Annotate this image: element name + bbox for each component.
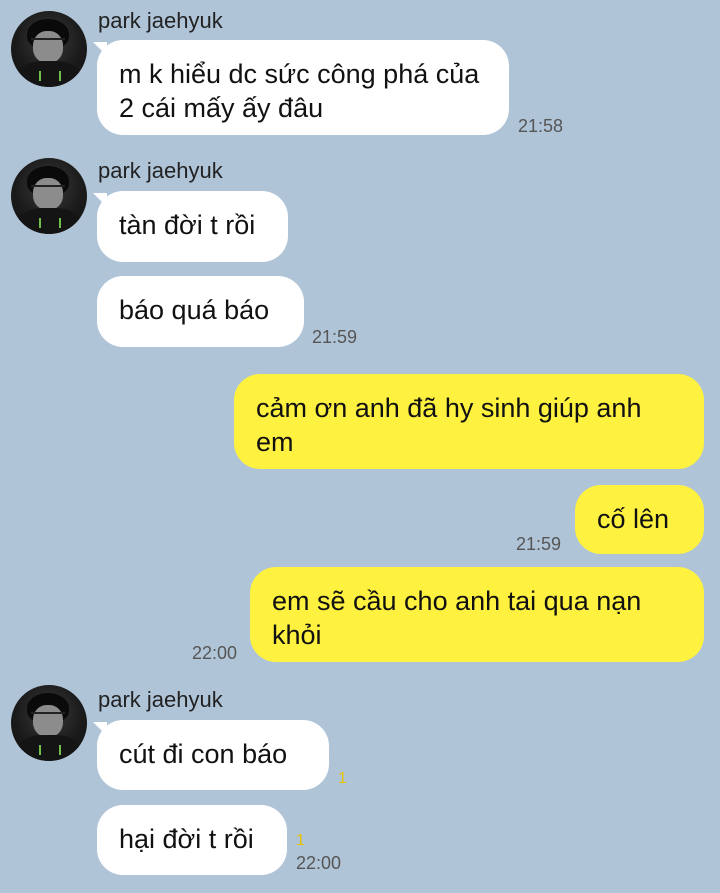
- message-timestamp: 21:59: [516, 534, 562, 554]
- unread-count: 1: [296, 832, 305, 849]
- message-text: m k hiểu dc sức công phá của 2 cái mấy ấ…: [119, 59, 480, 123]
- sender-avatar[interactable]: [11, 11, 87, 87]
- outgoing-message-bubble[interactable]: cố lên: [575, 485, 704, 554]
- incoming-message-bubble[interactable]: tàn đời t rồi: [97, 191, 288, 262]
- incoming-message-bubble[interactable]: báo quá báo: [97, 276, 304, 347]
- message-timestamp: 22:00: [296, 853, 342, 873]
- incoming-message-bubble[interactable]: hại đời t rồi: [97, 805, 287, 875]
- outgoing-message-bubble[interactable]: cảm ơn anh đã hy sinh giúp anh em: [234, 374, 704, 469]
- sender-avatar[interactable]: [11, 685, 87, 761]
- sender-name: park jaehyuk: [98, 8, 223, 33]
- message-timestamp: 22:00: [192, 643, 238, 663]
- incoming-message-bubble[interactable]: m k hiểu dc sức công phá của 2 cái mấy ấ…: [97, 40, 509, 135]
- outgoing-message-bubble[interactable]: em sẽ cầu cho anh tai qua nạn khỏi: [250, 567, 704, 662]
- message-text: tàn đời t rồi: [119, 210, 256, 240]
- message-text: em sẽ cầu cho anh tai qua nạn khỏi: [272, 586, 642, 650]
- message-text: cút đi con báo: [119, 739, 288, 769]
- sender-name: park jaehyuk: [98, 158, 223, 183]
- message-text: hại đời t rồi: [119, 824, 254, 854]
- message-timestamp: 21:58: [518, 116, 564, 136]
- chat-area[interactable]: park jaehyuk m k hiểu dc sức công phá củ…: [0, 0, 720, 893]
- message-text: cảm ơn anh đã hy sinh giúp anh em: [256, 393, 642, 457]
- sender-avatar[interactable]: [11, 158, 87, 234]
- message-text: cố lên: [597, 504, 670, 534]
- message-timestamp: 21:59: [312, 327, 358, 347]
- unread-count: 1: [338, 770, 347, 787]
- sender-name: park jaehyuk: [98, 687, 223, 712]
- message-text: báo quá báo: [119, 295, 270, 325]
- incoming-message-bubble[interactable]: cút đi con báo: [97, 720, 329, 790]
